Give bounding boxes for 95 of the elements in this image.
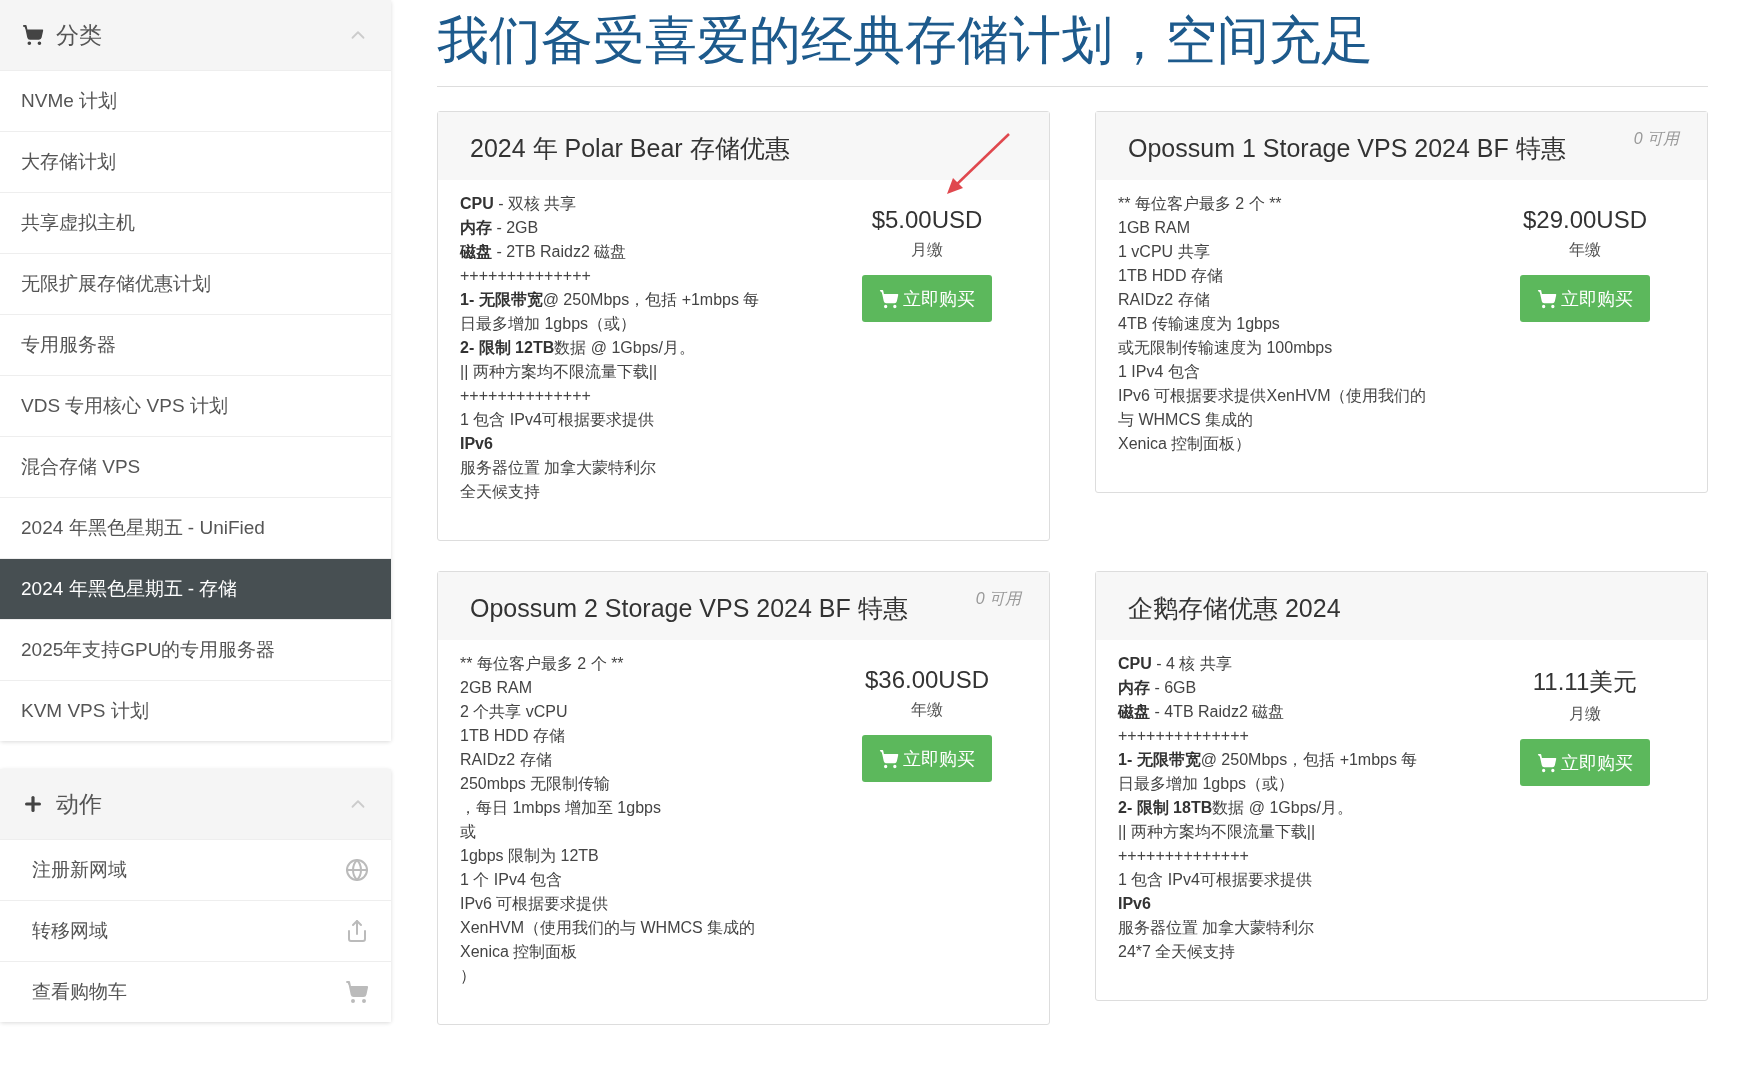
category-item[interactable]: 大存储计划: [0, 131, 391, 192]
description-line: 或无限制传输速度为 100mbps: [1118, 338, 1334, 358]
category-item[interactable]: NVMe 计划: [0, 70, 391, 131]
page-title: 我们备受喜爱的经典存储计划，空间充足: [437, 0, 1708, 87]
panel-header[interactable]: 分类: [0, 0, 391, 70]
description-line: ** 每位客户最多 2 个 **: [1118, 194, 1283, 214]
description-line: XenHVM（使用我们的与 WHMCS 集成的: [460, 918, 757, 938]
description-line: ** 每位客户最多 2 个 **: [460, 654, 625, 674]
availability-text: 0 可用: [975, 589, 1021, 609]
cart-icon: [1537, 752, 1557, 773]
action-label: 注册新网域: [32, 858, 127, 882]
description-line: 1- 无限带宽@ 250Mbps，包括 +1mbps 每: [1118, 750, 1419, 770]
product-name: Opossum 1 Storage VPS 2024 BF 特惠: [1128, 133, 1566, 164]
category-item[interactable]: 无限扩展存储优惠计划: [0, 253, 391, 314]
panel-title: 动作: [56, 789, 103, 819]
description-line: 1- 无限带宽@ 250Mbps，包括 +1mbps 每: [460, 290, 761, 310]
action-item[interactable]: 查看购物车: [0, 961, 391, 1022]
description-line: 1 包含 IPv4可根据要求提供: [1118, 870, 1313, 890]
cart-icon: [345, 980, 369, 1004]
description-line: || 两种方案均不限流量下载||: [1118, 822, 1317, 842]
description-line: 或: [460, 822, 477, 842]
action-item[interactable]: 注册新网域: [0, 839, 391, 900]
price-text: $36.00USD: [864, 666, 990, 694]
description-line: 1 IPv4 包含: [1118, 362, 1201, 382]
description-line: ，每日 1mbps 增加至 1gbps: [460, 798, 662, 818]
description-line: Xenica 控制面板: [460, 942, 579, 962]
action-label: 查看购物车: [32, 980, 127, 1004]
description-line: ）: [460, 966, 477, 986]
description-line: ++++++++++++++: [460, 266, 592, 286]
description-line: 内存 - 2GB: [460, 218, 540, 238]
description-line: 4TB 传输速度为 1gbps: [1118, 314, 1281, 334]
category-item[interactable]: 混合存储 VPS: [0, 436, 391, 497]
description-line: 日最多增加 1gbps（或）: [1118, 774, 1296, 794]
description-line: 与 WHMCS 集成的: [1118, 410, 1255, 430]
category-item[interactable]: 共享虚拟主机: [0, 192, 391, 253]
description-line: 内存 - 6GB: [1118, 678, 1198, 698]
description-line: 1gbps 限制为 12TB: [460, 846, 600, 866]
description-line: 1 个 IPv4 包含: [460, 870, 564, 890]
description-line: 日最多增加 1gbps（或）: [460, 314, 638, 334]
description-line: 1TB HDD 存储: [1118, 266, 1224, 286]
category-item[interactable]: 2024 年黑色星期五 - 存储: [0, 558, 391, 619]
price-text: $5.00USD: [871, 206, 983, 234]
price-text: 11.11美元: [1532, 667, 1638, 697]
description-line: CPU - 双核 共享: [460, 194, 578, 214]
product-name: 企鹅存储优惠 2024: [1128, 593, 1341, 624]
description-line: 服务器位置 加拿大蒙特利尔: [460, 458, 658, 478]
description-line: ++++++++++++++: [1118, 846, 1250, 866]
description-line: Xenica 控制面板）: [1118, 434, 1253, 454]
description-line: RAIDz2 存储: [460, 750, 553, 770]
description-line: 1 包含 IPv4可根据要求提供: [460, 410, 655, 430]
description-line: RAIDz2 存储: [1118, 290, 1211, 310]
description-line: || 两种方案均不限流量下载||: [460, 362, 659, 382]
description-line: 磁盘 - 4TB Raidz2 磁盘: [1118, 702, 1286, 722]
category-item[interactable]: 专用服务器: [0, 314, 391, 375]
category-item[interactable]: 2024 年黑色星期五 - UniFied: [0, 497, 391, 558]
description-line: 全天候支持: [460, 482, 541, 502]
price-text: $29.00USD: [1522, 206, 1648, 234]
cart-icon: [879, 748, 899, 769]
product-name: Opossum 2 Storage VPS 2024 BF 特惠: [470, 593, 908, 624]
action-label: 转移网域: [32, 919, 108, 943]
description-line: 1 vCPU 共享: [1118, 242, 1211, 262]
globe-icon: [345, 858, 369, 882]
product-name: 2024 年 Polar Bear 存储优惠: [470, 133, 790, 164]
description-line: 2GB RAM: [460, 678, 533, 698]
cart-icon: [879, 288, 899, 309]
description-line: IPv6: [460, 434, 494, 454]
description-line: 服务器位置 加拿大蒙特利尔: [1118, 918, 1316, 938]
panel-header[interactable]: 动作: [0, 769, 391, 839]
category-item[interactable]: VDS 专用核心 VPS 计划: [0, 375, 391, 436]
description-line: 250mbps 无限制传输: [460, 774, 612, 794]
action-item[interactable]: 转移网域: [0, 900, 391, 961]
description-line: 2- 限制 18TB数据 @ 1Gbps/月。: [1118, 798, 1354, 818]
description-line: 2- 限制 12TB数据 @ 1Gbps/月。: [460, 338, 696, 358]
cart-icon: [1537, 288, 1557, 309]
billing-cycle: 月缴: [911, 240, 943, 260]
description-line: IPv6: [1118, 894, 1152, 914]
description-line: IPv6 可根据要求提供XenHVM（使用我们的: [1118, 386, 1428, 406]
cart-icon: [22, 24, 44, 46]
panel-title: 分类: [56, 20, 103, 50]
description-line: ++++++++++++++: [1118, 726, 1250, 746]
description-line: 24*7 全天候支持: [1118, 942, 1237, 962]
description-line: 1TB HDD 存储: [460, 726, 566, 746]
billing-cycle: 年缴: [911, 700, 943, 720]
billing-cycle: 年缴: [1569, 240, 1601, 260]
plus-icon: [22, 793, 44, 815]
category-item[interactable]: KVM VPS 计划: [0, 680, 391, 741]
category-item[interactable]: 2025年支持GPU的专用服务器: [0, 619, 391, 680]
description-line: IPv6 可根据要求提供: [460, 894, 610, 914]
description-line: 2 个共享 vCPU: [460, 702, 569, 722]
description-line: 磁盘 - 2TB Raidz2 磁盘: [460, 242, 628, 262]
availability-text: 0 可用: [1633, 129, 1679, 149]
description-line: 1GB RAM: [1118, 218, 1191, 238]
billing-cycle: 月缴: [1569, 704, 1601, 724]
description-line: CPU - 4 核 共享: [1118, 654, 1233, 674]
description-line: ++++++++++++++: [460, 386, 592, 406]
